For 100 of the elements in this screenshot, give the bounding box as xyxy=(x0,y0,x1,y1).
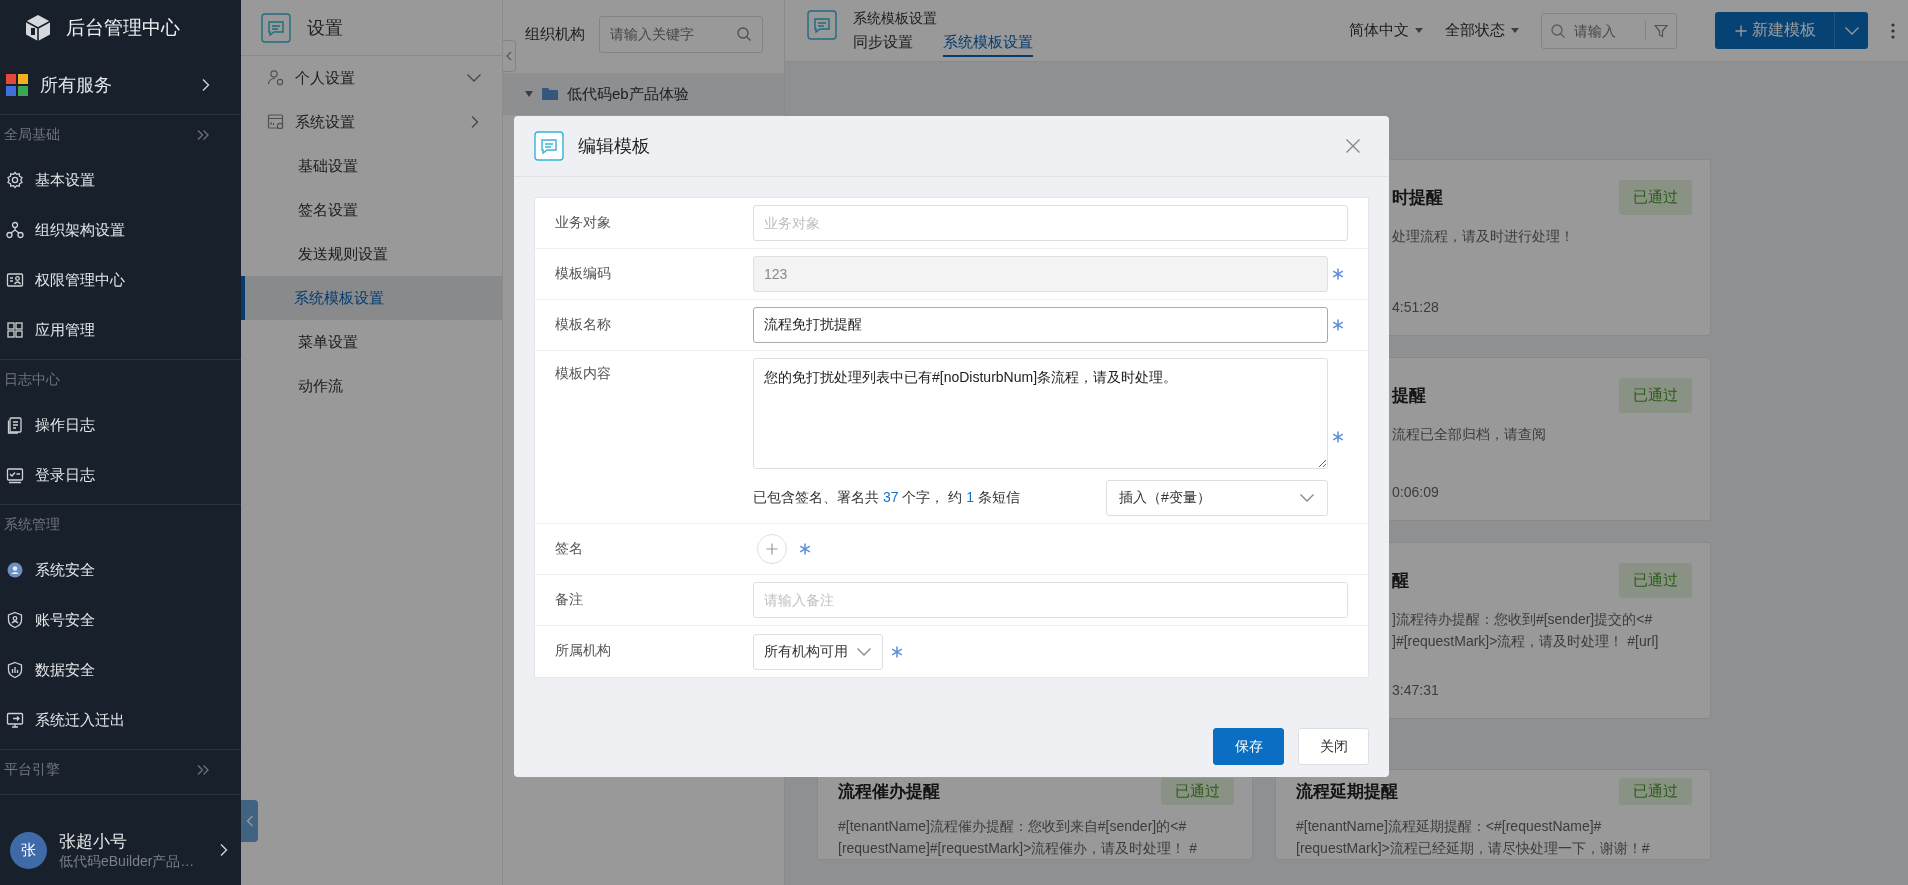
chevron-down-icon xyxy=(1299,493,1315,503)
message-icon xyxy=(534,131,564,161)
gear-icon xyxy=(6,171,24,189)
tree-item[interactable]: 低代码eb产品体验 xyxy=(503,73,784,115)
more-icon[interactable] xyxy=(1890,21,1896,40)
panel-title: 组织机构 xyxy=(525,24,585,44)
search-field[interactable]: 请输入 xyxy=(1541,12,1677,49)
required-star-icon xyxy=(799,543,811,555)
all-services-link[interactable]: 所有服务 xyxy=(0,55,241,115)
double-chevron-icon[interactable] xyxy=(196,763,210,777)
search-input[interactable]: 请输入 xyxy=(1574,22,1637,39)
card-time: 4:51:28 xyxy=(1392,299,1440,315)
nav-item[interactable]: 系统安全 xyxy=(0,545,241,595)
services-label: 所有服务 xyxy=(40,73,113,97)
field-label: 模板内容 xyxy=(554,364,612,383)
submenu-item[interactable]: 菜单设置 xyxy=(241,320,502,364)
card-time: 0:06:09 xyxy=(1392,484,1440,500)
app-title: 后台管理中心 xyxy=(66,15,180,40)
chevron-left-icon xyxy=(506,51,512,61)
section-heading: 平台引擎 xyxy=(4,761,60,779)
double-chevron-icon[interactable] xyxy=(196,128,210,142)
nav-item[interactable]: 系统迁入迁出 xyxy=(0,695,241,745)
org-select[interactable]: 所有机构可用 xyxy=(753,633,883,670)
field-label: 模板编码 xyxy=(554,264,612,283)
close-button[interactable]: 关闭 xyxy=(1298,728,1369,765)
shield-user-icon xyxy=(6,611,24,629)
cube-icon xyxy=(25,13,51,42)
submenu-item[interactable]: 签名设置 xyxy=(241,188,502,232)
dialog-title: 编辑模板 xyxy=(578,135,651,158)
message-icon xyxy=(261,12,291,43)
monitor-icon xyxy=(6,711,24,729)
search-icon xyxy=(1550,22,1566,39)
card-text: #[tenantName]流程延期提醒：<#[requestName]# xyxy=(1296,817,1603,836)
card-text: 处理流程，请及时进行处理！ xyxy=(1392,227,1575,246)
nav-item[interactable]: 基本设置 xyxy=(0,155,241,205)
user-settings-icon xyxy=(267,69,285,87)
input-field[interactable]: 请输入备注 xyxy=(753,582,1348,618)
card-title: 醒 xyxy=(1392,570,1409,592)
panel-toggle[interactable] xyxy=(503,40,516,72)
four-squares-icon xyxy=(6,73,28,96)
nav-item[interactable]: 数据安全 xyxy=(0,645,241,695)
required-star-icon xyxy=(1332,268,1344,280)
close-icon[interactable] xyxy=(1345,138,1361,154)
dropdown[interactable]: 简体中文 xyxy=(1349,21,1423,40)
required-star-icon xyxy=(891,645,903,658)
document-icon xyxy=(6,416,24,434)
submenu-item[interactable]: 基础设置 xyxy=(241,144,502,188)
caret-icon xyxy=(1843,25,1860,36)
nav-item[interactable]: 权限管理中心 xyxy=(0,255,241,305)
tab[interactable]: 同步设置 xyxy=(853,33,913,57)
card-text: ]#[requestMark]>流程，请及时处理！ #[url] xyxy=(1392,632,1660,651)
field-label: 模板名称 xyxy=(554,315,612,334)
dropdown[interactable]: 全部状态 xyxy=(1445,21,1519,40)
save-button[interactable]: 保存 xyxy=(1213,728,1284,765)
status-badge: 已通过 xyxy=(1619,563,1692,598)
search-input[interactable]: 请输入关键字 xyxy=(610,26,736,42)
screen-icon xyxy=(6,466,24,484)
chevron-left-icon xyxy=(245,815,254,827)
shield-chart-icon xyxy=(6,661,24,679)
nav-item[interactable]: 账号安全 xyxy=(0,595,241,645)
text-area[interactable]: 您的免打扰处理列表中已有#[noDisturbNum]条流程，请及时处理。 xyxy=(753,358,1328,469)
nav-item[interactable]: 组织架构设置 xyxy=(0,205,241,255)
character-count-text: 已包含签名、署名共 37 个字， 约 1 条短信 xyxy=(753,489,1020,507)
id-card-icon xyxy=(6,271,24,289)
tab[interactable]: 系统模板设置 xyxy=(943,33,1033,57)
submenu-item[interactable]: 动作流 xyxy=(241,364,502,408)
status-badge: 已通过 xyxy=(1619,378,1692,413)
filter-icon[interactable] xyxy=(1654,23,1668,38)
plus-icon xyxy=(1735,24,1747,37)
nav-item[interactable]: 登录日志 xyxy=(0,450,241,500)
status-badge: 已通过 xyxy=(1161,778,1234,805)
card-title: 提醒 xyxy=(1392,385,1426,407)
panel-title: 设置 xyxy=(307,16,343,40)
nav-item[interactable]: 应用管理 xyxy=(0,305,241,355)
card-title: 流程延期提醒 xyxy=(1296,781,1398,803)
caret-down-icon xyxy=(1415,27,1423,34)
user-organization: 低代码eBuilder产品… xyxy=(59,852,196,871)
field-label: 签名 xyxy=(554,539,584,558)
card-text: #[tenantName]流程催办提醒：您收到来自#[sender]的<# xyxy=(838,817,1188,836)
search-icon xyxy=(736,26,752,42)
submenu-item[interactable]: 发送规则设置 xyxy=(241,232,502,276)
card-text: ]流程待办提醒：您收到#[sender]提交的<# xyxy=(1392,610,1654,629)
input-field[interactable]: 业务对象 xyxy=(753,205,1348,241)
search-field[interactable]: 请输入关键字 xyxy=(599,15,763,53)
menu-item[interactable]: 系统设置 xyxy=(241,100,502,144)
chevron-down-icon xyxy=(466,73,482,83)
user-avatar: 张 xyxy=(10,831,47,869)
submenu-item[interactable]: 系统模板设置 xyxy=(241,276,502,320)
menu-item[interactable]: 个人设置 xyxy=(241,56,502,100)
nav-item[interactable]: 操作日志 xyxy=(0,400,241,450)
insert-variable-select[interactable]: 插入（#变量） xyxy=(1106,480,1328,516)
user-name: 张超小号 xyxy=(59,830,128,853)
field-label: 备注 xyxy=(554,590,584,609)
section-heading: 全局基础 xyxy=(4,126,60,144)
user-circle-icon xyxy=(6,561,24,579)
field-label: 所属机构 xyxy=(554,641,612,660)
template-card[interactable]: 流程延期提醒 已通过 #[tenantName]流程延期提醒：<#[requestName]# [requestMark]>流程已经延期，请尽快处理一下，谢谢！# xyxy=(1275,769,1711,860)
input-field[interactable]: 流程免打扰提醒 xyxy=(753,307,1328,343)
collapse-handle[interactable] xyxy=(241,800,258,842)
section-heading: 系统管理 xyxy=(4,516,60,534)
